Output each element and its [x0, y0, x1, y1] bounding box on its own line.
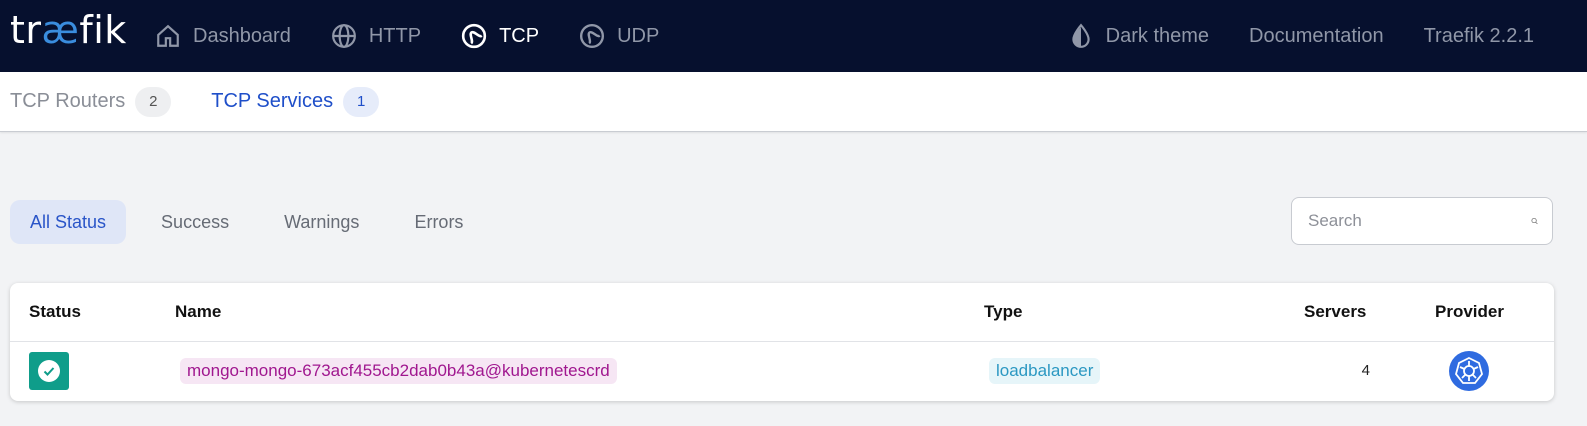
secondary-nav: Dark theme Documentation Traefik 2.2.1 [1028, 0, 1534, 72]
nav-http-label: HTTP [368, 24, 422, 47]
table-header: Status Name Type Servers Provider [10, 283, 1554, 342]
provider-badge [1449, 351, 1489, 391]
version-link[interactable]: Traefik 2.2.1 [1424, 25, 1534, 48]
tab-tcp-routers[interactable]: TCP Routers 2 [10, 86, 172, 117]
nav-dashboard[interactable]: Dashboard [155, 23, 291, 49]
filter-success[interactable]: Success [141, 200, 249, 244]
drop-icon [1072, 23, 1090, 48]
nav-udp-label: UDP [617, 24, 660, 47]
header-name[interactable]: Name [175, 302, 221, 322]
main-nav: Dashboard HTTP TCP UDP [155, 0, 699, 72]
tab-tcp-routers-label: TCP Routers [10, 90, 126, 112]
services-table: Status Name Type Servers Provider mongo-… [10, 283, 1554, 401]
udp-icon [580, 23, 605, 49]
nav-udp[interactable]: UDP [579, 23, 659, 49]
filter-warnings[interactable]: Warnings [264, 200, 379, 244]
documentation-link[interactable]: Documentation [1249, 25, 1384, 48]
tcp-icon [461, 23, 487, 49]
dark-theme-toggle[interactable]: Dark theme [1068, 23, 1209, 49]
service-name-chip[interactable]: mongo-mongo-673acf455cb2dab0b43a@kuberne… [180, 358, 617, 384]
search-box [1291, 197, 1553, 245]
top-navbar: træfik Dashboard HTTP TCP UDP Dark theme… [0, 0, 1587, 72]
nav-tcp[interactable]: TCP [461, 23, 539, 49]
header-status[interactable]: Status [29, 302, 81, 322]
check-circle-icon [38, 360, 60, 382]
sub-tabs: TCP Routers 2 TCP Services 1 [0, 72, 1587, 132]
header-type[interactable]: Type [984, 302, 1022, 322]
globe-icon [331, 24, 356, 48]
tab-tcp-services[interactable]: TCP Services 1 [211, 86, 380, 117]
header-servers[interactable]: Servers [1304, 302, 1366, 322]
status-success-badge [29, 352, 69, 390]
nav-tcp-label: TCP [499, 24, 540, 47]
filter-errors[interactable]: Errors [394, 200, 483, 244]
traefik-logo[interactable]: træfik [10, 8, 127, 52]
documentation-label: Documentation [1249, 24, 1384, 47]
header-provider[interactable]: Provider [1435, 302, 1504, 322]
search-input[interactable] [1306, 210, 1531, 232]
status-filters: All Status Success Warnings Errors [10, 200, 498, 244]
filter-all-status[interactable]: All Status [10, 200, 127, 244]
nav-dashboard-label: Dashboard [193, 24, 291, 47]
home-icon [157, 24, 179, 47]
tab-tcp-services-label: TCP Services [211, 90, 334, 112]
dark-theme-label: Dark theme [1105, 24, 1210, 47]
tcp-services-count-badge: 1 [343, 86, 380, 117]
search-icon[interactable] [1531, 208, 1538, 234]
service-type-chip: loadbalancer [989, 358, 1101, 384]
kubernetes-icon [1455, 356, 1483, 384]
table-row[interactable]: mongo-mongo-673acf455cb2dab0b43a@kuberne… [10, 342, 1554, 401]
servers-count: 4 [1361, 362, 1370, 379]
nav-http[interactable]: HTTP [331, 23, 421, 49]
version-label: Traefik 2.2.1 [1423, 24, 1534, 47]
tcp-routers-count-badge: 2 [135, 86, 172, 117]
